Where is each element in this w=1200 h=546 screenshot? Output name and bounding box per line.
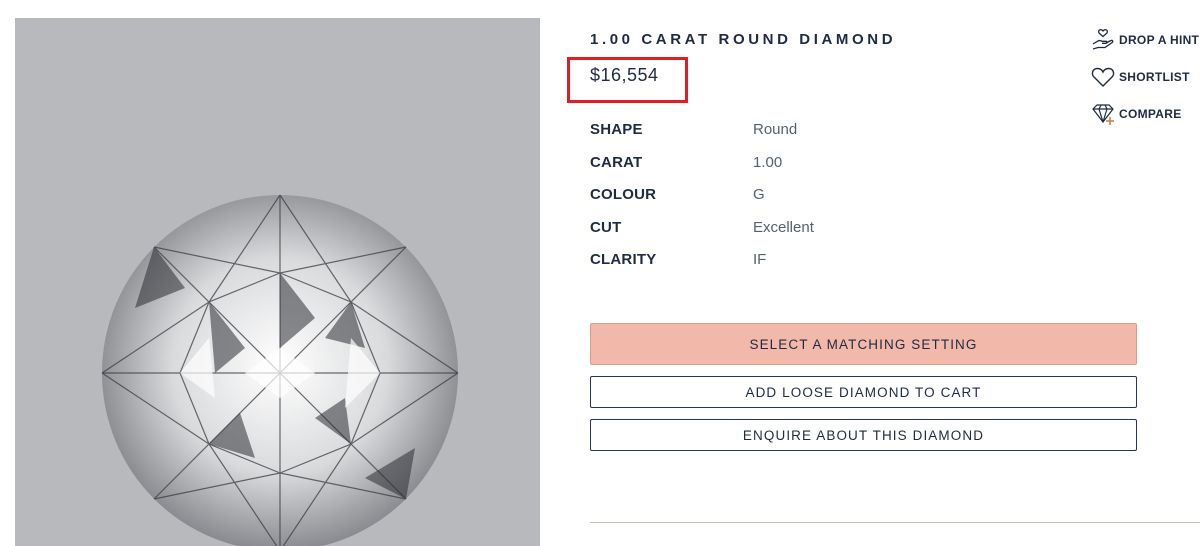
shortlist-link[interactable]: SHORTLIST — [1090, 63, 1200, 91]
diamond-illustration — [101, 194, 459, 546]
action-label: SHORTLIST — [1119, 70, 1190, 84]
diamond-image[interactable] — [15, 18, 540, 546]
spec-label: CLARITY — [590, 251, 657, 269]
heart-icon — [1090, 64, 1116, 90]
action-label: COMPARE — [1119, 107, 1182, 121]
spec-label: COLOUR — [590, 186, 657, 204]
diamond-plus-icon — [1090, 101, 1116, 127]
spec-value: Round — [753, 121, 798, 138]
spec-row-shape: SHAPE Round — [590, 121, 890, 154]
spec-label: SHAPE — [590, 121, 643, 138]
product-title: 1.00 CARAT ROUND DIAMOND — [590, 31, 897, 48]
spec-list: SHAPE Round CARAT 1.00 COLOUR G CUT Exce… — [590, 121, 890, 284]
select-matching-setting-button[interactable]: SELECT A MATCHING SETTING — [590, 323, 1137, 365]
add-loose-diamond-to-cart-button[interactable]: ADD LOOSE DIAMOND TO CART — [590, 376, 1137, 408]
spec-value: IF — [753, 251, 767, 269]
section-divider — [590, 522, 1200, 523]
drop-a-hint-link[interactable]: DROP A HINT — [1090, 26, 1200, 54]
spec-row-carat: CARAT 1.00 — [590, 154, 890, 187]
spec-label: CARAT — [590, 153, 643, 171]
action-label: DROP A HINT — [1119, 33, 1200, 47]
enquire-diamond-button[interactable]: ENQUIRE ABOUT THIS DIAMOND — [590, 419, 1137, 451]
compare-link[interactable]: COMPARE — [1090, 100, 1200, 128]
spec-value: Excellent — [753, 218, 814, 236]
spec-row-colour: COLOUR G — [590, 186, 890, 219]
spec-label: CUT — [590, 218, 622, 236]
spec-row-cut: CUT Excellent — [590, 219, 890, 252]
price-highlight-box — [567, 57, 688, 103]
hand-heart-icon — [1090, 27, 1116, 53]
spec-row-clarity: CLARITY IF — [590, 251, 890, 284]
spec-value: 1.00 — [753, 153, 783, 171]
spec-value: G — [753, 186, 765, 204]
